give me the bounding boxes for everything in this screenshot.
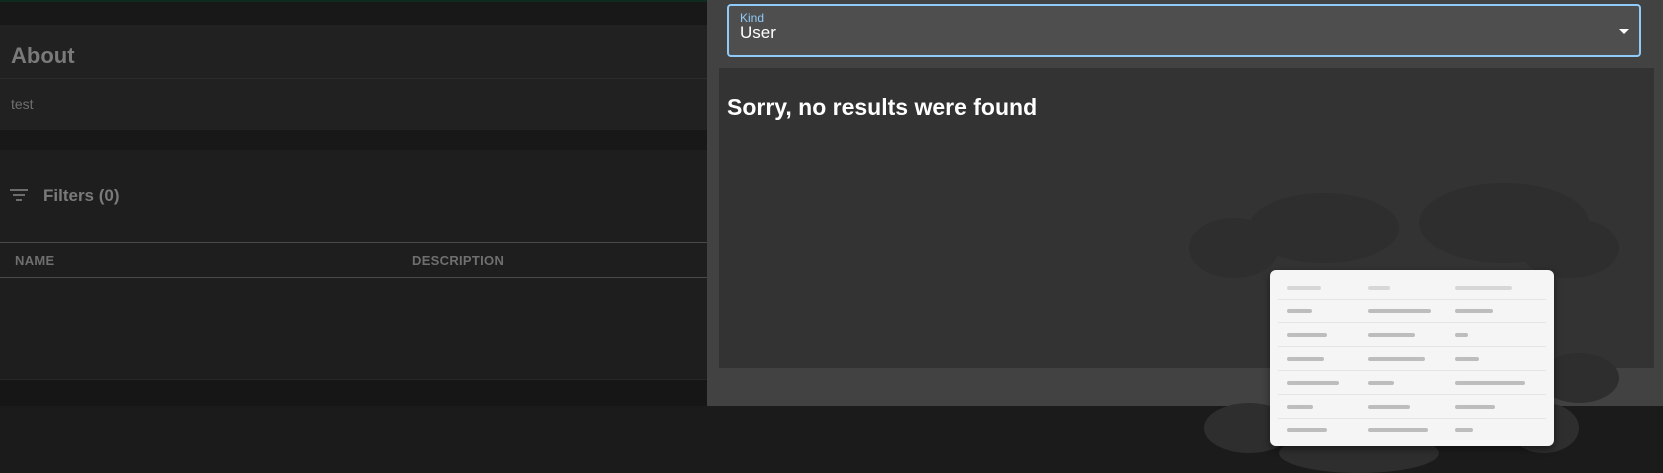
illustration-row-divider: [1278, 394, 1546, 395]
table-card: [0, 150, 707, 379]
filters-label[interactable]: Filters (0): [43, 186, 120, 206]
about-description: test: [11, 96, 34, 112]
illustration-row-divider: [1278, 370, 1546, 371]
illustration-header-cell: [1368, 286, 1390, 290]
illustration-cell: [1287, 357, 1324, 361]
illustration-cell: [1287, 333, 1327, 337]
illustration-cell: [1455, 381, 1525, 385]
results-panel: Sorry, no results were found: [719, 68, 1654, 473]
illustration-blob: [1249, 193, 1399, 263]
column-header-description[interactable]: DESCRIPTION: [412, 253, 504, 268]
illustration-cell: [1368, 333, 1415, 337]
illustration-cell: [1287, 309, 1312, 313]
illustration-row-divider: [1278, 322, 1546, 323]
illustration-cell: [1368, 357, 1425, 361]
illustration-cell: [1287, 381, 1339, 385]
background-page: About test Filters (0) NAME DESCRIPTION: [0, 0, 707, 406]
illustration-header-cell: [1287, 286, 1321, 290]
card-gap: [0, 130, 707, 150]
illustration-cell: [1455, 428, 1473, 432]
illustration-cell: [1368, 381, 1394, 385]
illustration-cell: [1368, 428, 1428, 432]
arrow-drop-down-icon[interactable]: [1619, 29, 1629, 34]
column-header-name[interactable]: NAME: [15, 253, 54, 268]
illustration-cell: [1455, 357, 1479, 361]
illustration-header-cell: [1455, 286, 1512, 290]
kind-select-value[interactable]: User: [740, 23, 776, 43]
illustration-blob: [1519, 218, 1619, 278]
illustration-cell: [1287, 428, 1327, 432]
illustration-cell: [1455, 333, 1468, 337]
illustration-cell: [1368, 309, 1431, 313]
table-header-top-border: [0, 242, 707, 243]
illustration-card: [1270, 270, 1554, 446]
about-title: About: [11, 43, 75, 68]
illustration-row-divider: [1278, 299, 1546, 300]
top-strip: [0, 2, 707, 25]
kind-select[interactable]: Kind User: [727, 4, 1641, 57]
about-divider: [0, 78, 707, 79]
empty-state-title: Sorry, no results were found: [727, 94, 1038, 120]
table-header-bottom-border: [0, 277, 707, 278]
illustration-cell: [1455, 309, 1493, 313]
filter-list-icon[interactable]: [10, 189, 28, 203]
illustration-row-divider: [1278, 346, 1546, 347]
table-bottom-border: [0, 379, 707, 380]
illustration-row-divider: [1278, 418, 1546, 419]
entity-drawer: Kind User Sorry, no results were found: [707, 0, 1663, 473]
